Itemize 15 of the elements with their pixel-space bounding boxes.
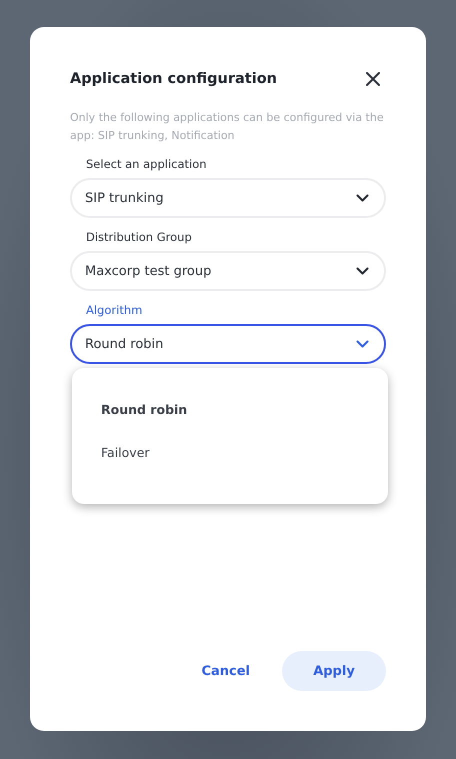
dropdown-option[interactable]: Round robin [72,388,388,431]
dialog-description: Only the following applications can be configured via the app: SIP trunking, Notification [70,110,385,144]
dialog-title: Application configuration [70,71,277,87]
field-label: Algorithm [85,303,144,317]
select-field[interactable]: Maxcorp test group [70,251,386,291]
dropdown-option[interactable]: Failover [72,431,388,474]
chevron-down-icon [356,267,369,275]
select-field[interactable]: SIP trunking [70,178,386,218]
cancel-button[interactable]: Cancel [201,656,250,686]
field-label: Distribution Group [85,230,193,244]
close-icon[interactable] [366,72,380,86]
apply-button[interactable]: Apply [282,651,386,691]
chevron-down-icon [356,194,369,202]
chevron-down-icon [356,340,369,348]
field-label: Select an application [85,157,208,171]
